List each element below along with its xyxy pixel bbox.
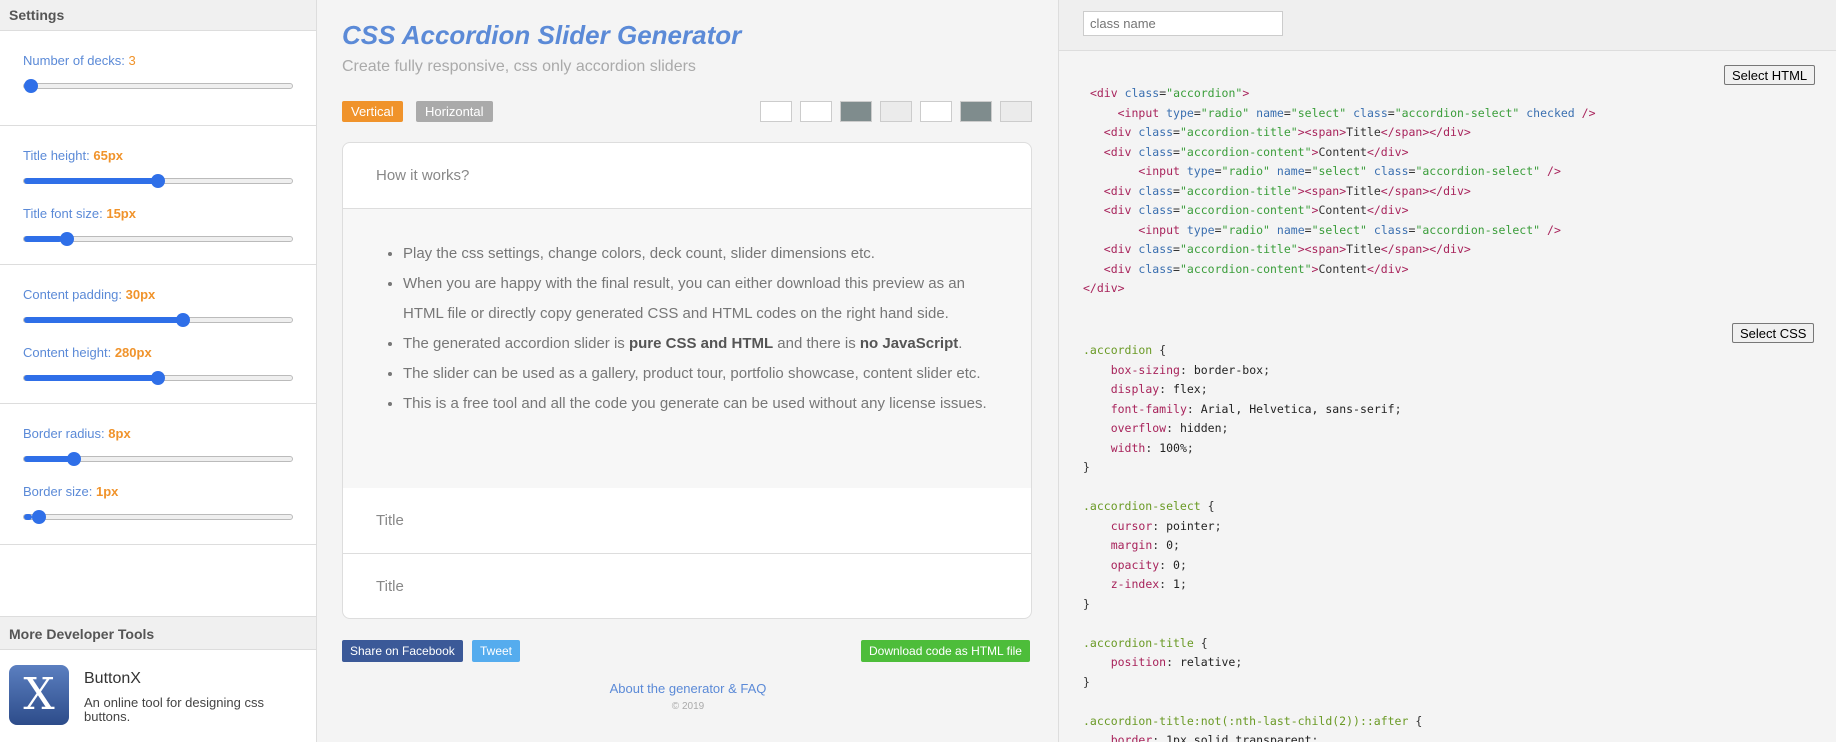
color-swatch[interactable] [800, 101, 832, 122]
accordion-content: Play the css settings, change colors, de… [343, 208, 1031, 488]
more-tools-header: More Developer Tools [0, 616, 316, 650]
select-css-button[interactable]: Select CSS [1732, 323, 1815, 343]
accordion-title[interactable]: How it works? [343, 143, 1031, 208]
settings-group-border: Border radius: 8px Border size: 1px [0, 404, 316, 545]
setting-label: Title height: [23, 148, 90, 163]
setting-content-height: Content height: 280px [23, 334, 294, 403]
setting-title-height: Title height: 65px [23, 126, 294, 195]
setting-value: 30px [125, 287, 156, 302]
setting-value: 3 [128, 53, 136, 68]
setting-value: 65px [93, 148, 123, 163]
slider-thumb[interactable] [24, 79, 38, 93]
setting-border-radius: Border radius: 8px [23, 404, 294, 473]
setting-label: Number of decks: [23, 53, 125, 68]
accordion-title[interactable]: Title [343, 488, 1031, 553]
content-height-slider[interactable] [23, 371, 293, 385]
border-radius-slider[interactable] [23, 452, 293, 466]
tool-buttonx[interactable]: X ButtonX An online tool for designing c… [9, 665, 309, 735]
about-link[interactable]: About the generator & FAQ [318, 681, 1058, 696]
setting-deck-count: Number of decks: 3 [23, 31, 294, 100]
main-preview: CSS Accordion Slider Generator Create fu… [318, 0, 1058, 742]
list-item: When you are happy with the final result… [403, 269, 1001, 329]
copyright: © 2019 [671, 701, 705, 712]
setting-label: Content padding: [23, 287, 123, 302]
deck-count-slider[interactable] [23, 79, 293, 93]
color-swatch[interactable] [880, 101, 912, 122]
setting-label: Border radius: [23, 426, 105, 441]
color-swatch[interactable] [920, 101, 952, 122]
code-toolbar [1059, 0, 1836, 51]
slider-thumb[interactable] [151, 371, 165, 385]
setting-content-padding: Content padding: 30px [23, 265, 294, 334]
vertical-button[interactable]: Vertical [342, 101, 403, 122]
share-facebook-button[interactable]: Share on Facebook [342, 640, 463, 662]
color-swatch[interactable] [1000, 101, 1032, 122]
accordion-title[interactable]: Title [343, 554, 1031, 618]
border-size-slider[interactable] [23, 510, 293, 524]
setting-value: 1px [96, 484, 119, 499]
horizontal-button[interactable]: Horizontal [416, 101, 493, 122]
generated-html-code[interactable]: <div class="accordion"> <input type="rad… [1083, 84, 1596, 299]
slider-thumb[interactable] [59, 232, 74, 246]
setting-value: 15px [106, 206, 136, 221]
list-item: The slider can be used as a gallery, pro… [403, 359, 1001, 389]
settings-group-title: Title height: 65px Title font size: 15px [0, 126, 316, 265]
tool-name[interactable]: ButtonX [84, 670, 141, 688]
select-html-button[interactable]: Select HTML [1724, 65, 1816, 85]
slider-thumb[interactable] [31, 510, 46, 524]
list-item: This is a free tool and all the code you… [403, 389, 1001, 419]
buttonx-logo-icon[interactable]: X [9, 665, 69, 725]
page-title: CSS Accordion Slider Generator [342, 20, 742, 50]
tweet-button[interactable]: Tweet [472, 640, 521, 662]
title-height-slider[interactable] [23, 174, 293, 188]
setting-label: Title font size: [23, 206, 103, 221]
settings-group-content: Content padding: 30px Content height: 28… [0, 265, 316, 404]
setting-border-size: Border size: 1px [23, 473, 294, 542]
slider-thumb[interactable] [176, 313, 191, 327]
setting-value: 280px [114, 345, 152, 360]
setting-title-font-size: Title font size: 15px [23, 195, 294, 264]
settings-sidebar: Settings Number of decks: 3 Title height… [0, 0, 317, 742]
title-font-size-slider[interactable] [23, 232, 293, 246]
download-html-button[interactable]: Download code as HTML file [861, 640, 1030, 662]
accordion-preview: How it works? Play the css settings, cha… [342, 142, 1032, 619]
setting-value: 8px [108, 426, 131, 441]
code-panel: Select HTML <div class="accordion"> <inp… [1058, 0, 1836, 742]
generated-css-code[interactable]: .accordion { box-sizing: border-box; dis… [1083, 341, 1422, 742]
class-name-input[interactable] [1083, 11, 1283, 36]
slider-thumb[interactable] [151, 174, 165, 188]
list-item: Play the css settings, change colors, de… [403, 239, 1001, 269]
color-swatch[interactable] [960, 101, 992, 122]
settings-header: Settings [0, 0, 316, 31]
tool-description: An online tool for designing css buttons… [84, 695, 264, 724]
how-it-works-list: Play the css settings, change colors, de… [373, 239, 1001, 419]
setting-label: Content height: [23, 345, 112, 360]
content-padding-slider[interactable] [23, 313, 293, 327]
settings-group-decks: Number of decks: 3 [0, 31, 316, 126]
page-subtitle: Create fully responsive, css only accord… [342, 58, 696, 75]
list-item: The generated accordion slider is pure C… [403, 329, 1001, 359]
color-swatch[interactable] [840, 101, 872, 122]
color-swatch[interactable] [760, 101, 792, 122]
setting-label: Border size: [23, 484, 93, 499]
slider-thumb[interactable] [67, 452, 82, 466]
